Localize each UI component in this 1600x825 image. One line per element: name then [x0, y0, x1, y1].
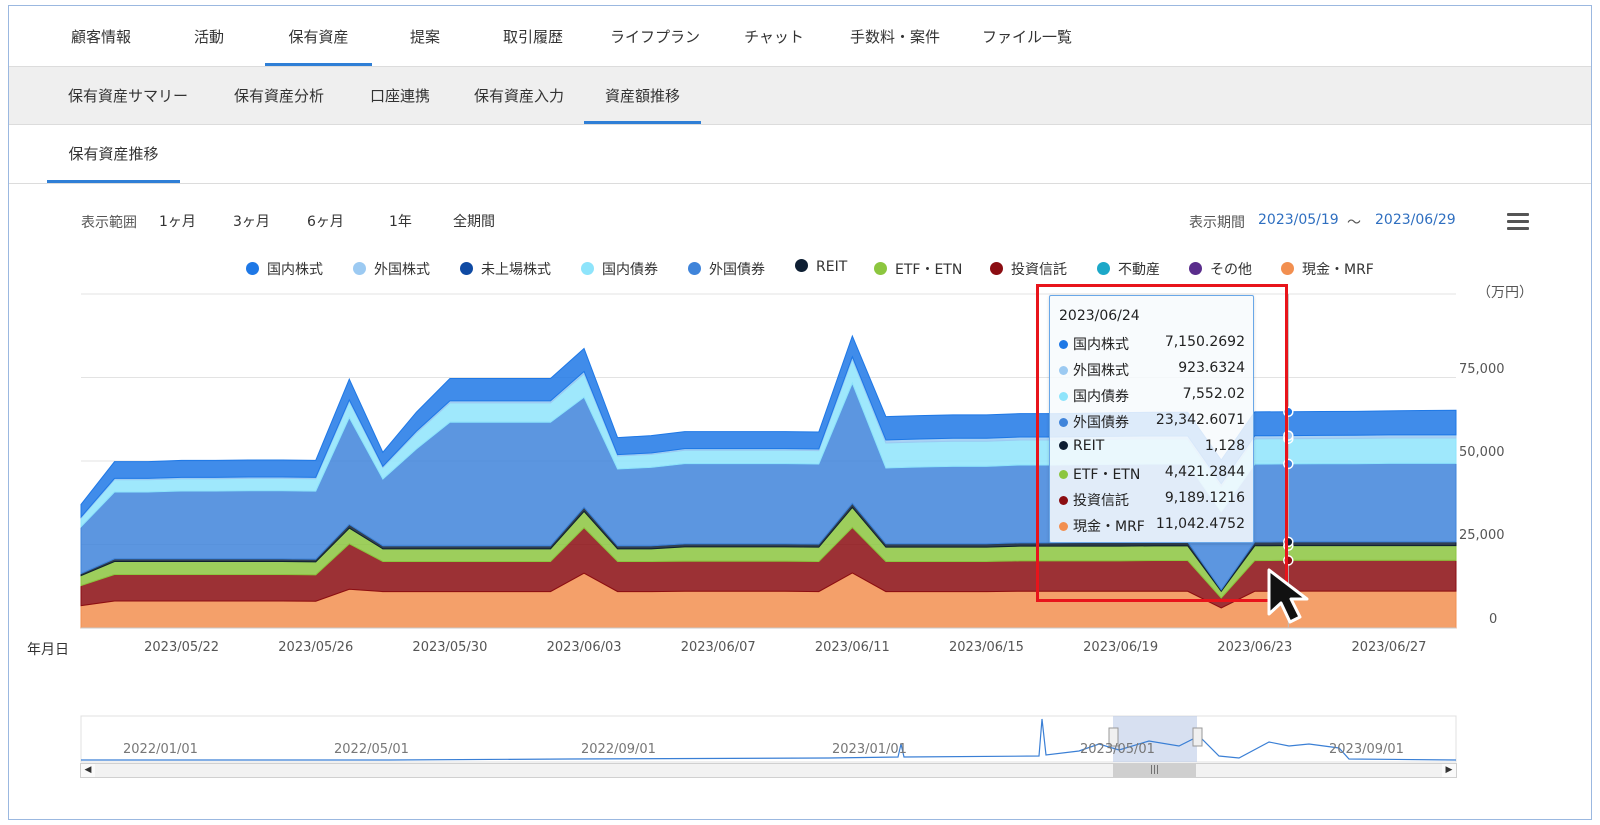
navigator-scrollbar[interactable]: ◀ ||| ▶	[80, 763, 1457, 778]
x-tick-label: 2023/06/27	[1351, 640, 1426, 655]
mouse-cursor-icon	[1267, 568, 1309, 624]
x-tick-label: 2023/06/07	[681, 640, 756, 655]
navigator-date-label: 2023/05/01	[1080, 742, 1155, 757]
navigator-date-label: 2023/01/01	[832, 742, 907, 757]
navigator-date-label: 2023/09/01	[1329, 742, 1404, 757]
annotation-highlight-box	[1036, 284, 1288, 602]
x-tick-label: 2023/05/30	[412, 640, 487, 655]
navigator-date-label: 2022/05/01	[334, 742, 409, 757]
navigator-date-label: 2022/01/01	[123, 742, 198, 757]
x-tick-label: 2023/06/11	[815, 640, 890, 655]
x-tick-label: 2023/05/22	[144, 640, 219, 655]
x-tick-label: 2023/06/19	[1083, 640, 1158, 655]
x-tick-label: 2023/06/23	[1217, 640, 1292, 655]
y-tick-label: 75,000	[1459, 362, 1505, 377]
x-tick-label: 2023/05/26	[278, 640, 353, 655]
navigator-handle-right	[1192, 727, 1203, 747]
stacked-area-chart[interactable]: 2023/05/22 2023/05/26 2023/05/30 2023/06/03…	[9, 6, 1592, 820]
scroll-right-arrow-icon[interactable]: ▶	[1442, 764, 1456, 777]
x-tick-label: 2023/06/15	[949, 640, 1024, 655]
scroll-thumb[interactable]: |||	[1113, 764, 1196, 777]
y-tick-label: 0	[1489, 612, 1498, 627]
x-tick-label: 2023/06/03	[547, 640, 622, 655]
y-tick-label: 50,000	[1459, 445, 1505, 460]
x-axis-title: 年月日	[27, 642, 69, 658]
scroll-left-arrow-icon[interactable]: ◀	[81, 764, 95, 777]
y-axis-unit: （万円）	[1477, 285, 1533, 301]
navigator-frame	[80, 715, 1457, 763]
y-tick-label: 25,000	[1459, 528, 1505, 543]
app-frame: 顧客情報 活動 保有資産 提案 取引履歴 ライフプラン チャット 手数料・案件 …	[8, 5, 1592, 820]
navigator-date-label: 2022/09/01	[581, 742, 656, 757]
